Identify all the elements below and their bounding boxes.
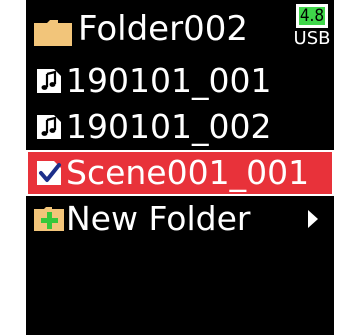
- audio-file-icon: [37, 115, 61, 139]
- list-item-label: New Folder: [66, 199, 251, 238]
- battery-indicator: 4.8: [296, 4, 328, 28]
- folder-icon: [34, 20, 72, 46]
- chevron-right-icon: [308, 210, 318, 228]
- new-folder-icon: [34, 207, 64, 231]
- list-item[interactable]: 190101_001: [26, 58, 334, 104]
- header: Folder002 4.8 USB: [26, 0, 334, 54]
- audio-file-icon: [37, 69, 61, 93]
- checked-file-icon: [37, 161, 61, 185]
- list-item[interactable]: New Folder: [26, 196, 334, 242]
- list-item-label: 190101_001: [66, 61, 272, 100]
- page-title: Folder002: [78, 9, 248, 49]
- list-item-selected[interactable]: Scene001_001: [26, 150, 334, 196]
- power-source-label: USB: [293, 28, 331, 49]
- list-item-label: Scene001_001: [66, 153, 310, 192]
- recorder-screen: Folder002 4.8 USB 190101_001 190101_002 …: [26, 0, 334, 335]
- status-indicator: 4.8 USB: [292, 4, 332, 54]
- list-item[interactable]: 190101_002: [26, 104, 334, 150]
- list-item-label: 190101_002: [66, 107, 272, 146]
